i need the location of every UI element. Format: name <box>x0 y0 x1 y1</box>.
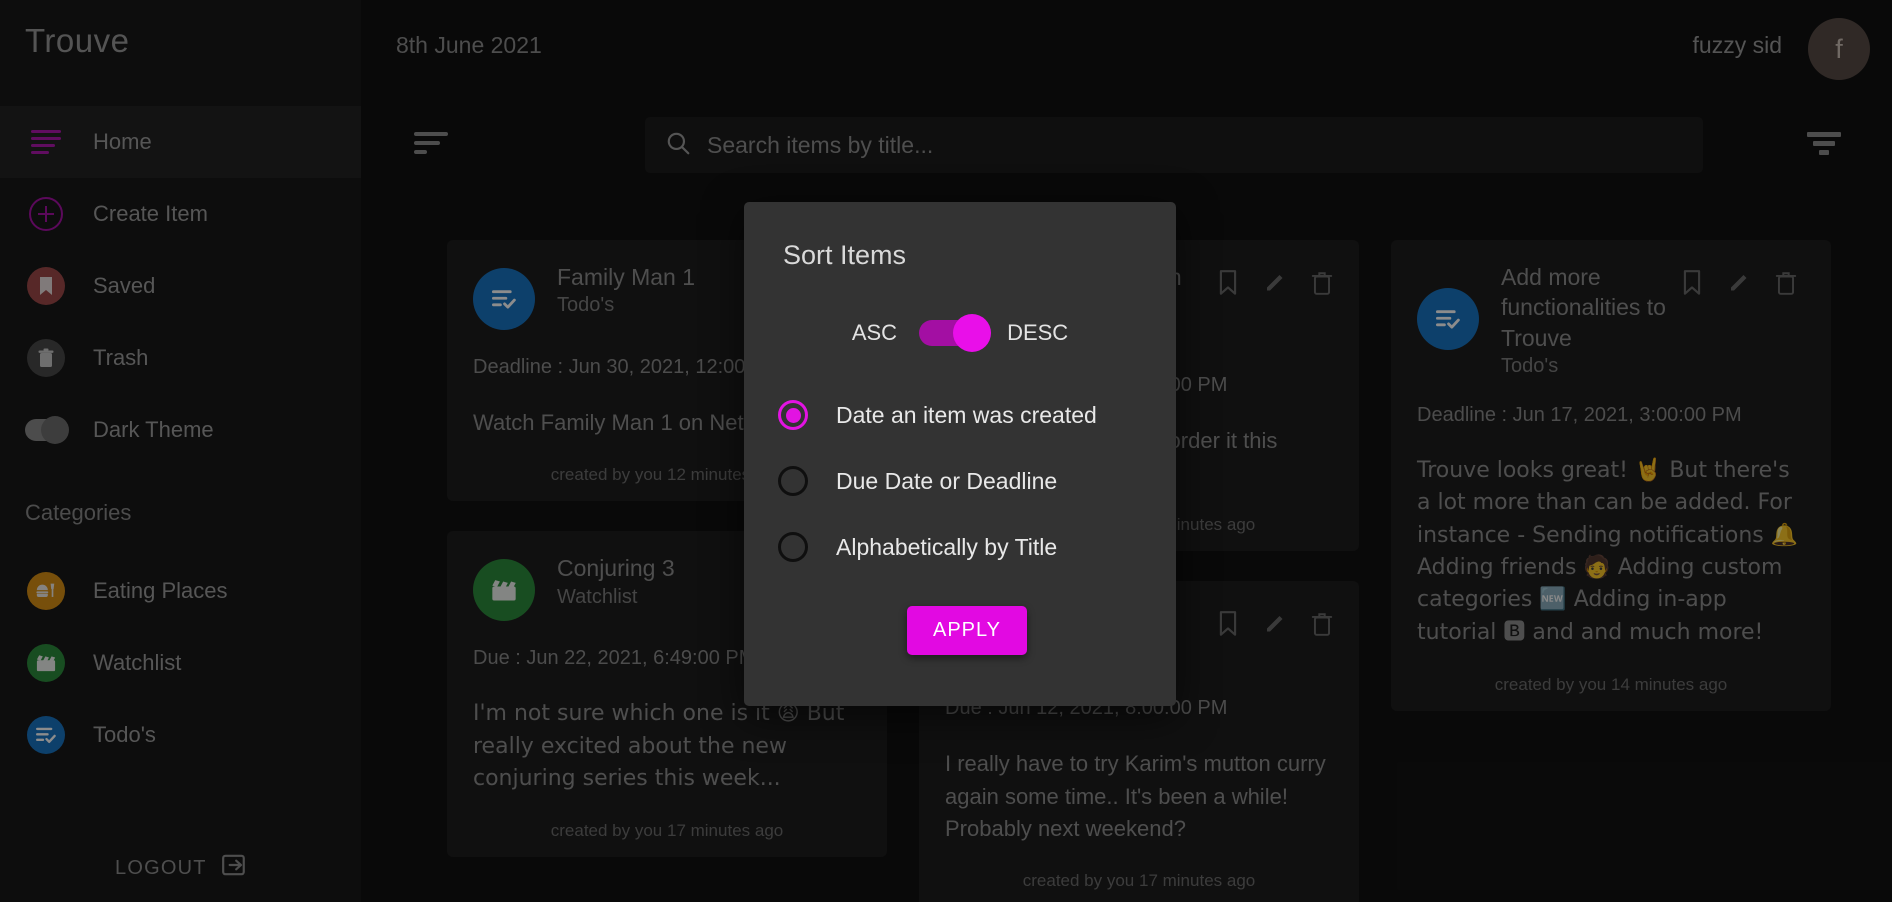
asc-label: ASC <box>851 320 898 345</box>
page-title: Sort Items <box>783 240 907 270</box>
sort-option-label: Date an item was created <box>836 401 1097 428</box>
sort-option-date-created[interactable]: Date an item was created <box>778 400 1097 430</box>
radio-button[interactable] <box>778 400 808 430</box>
sort-option-due-date[interactable]: Due Date or Deadline <box>778 466 1097 496</box>
sort-option-alphabetical[interactable]: Alphabetically by Title <box>778 532 1097 562</box>
apply-button[interactable]: APPLY <box>907 606 1027 655</box>
desc-label: DESC <box>1007 320 1069 345</box>
radio-button[interactable] <box>778 532 808 562</box>
sort-options-list: Date an item was created Due Date or Dea… <box>778 400 1097 598</box>
sort-option-label: Alphabetically by Title <box>836 533 1058 560</box>
app-root: Trouve Home Create Item Saved Trash Dark… <box>0 0 1892 902</box>
radio-button[interactable] <box>778 466 808 496</box>
sort-direction-row: ASC DESC <box>744 314 1176 352</box>
sort-option-label: Due Date or Deadline <box>836 467 1058 494</box>
sort-direction-toggle[interactable] <box>919 314 992 352</box>
